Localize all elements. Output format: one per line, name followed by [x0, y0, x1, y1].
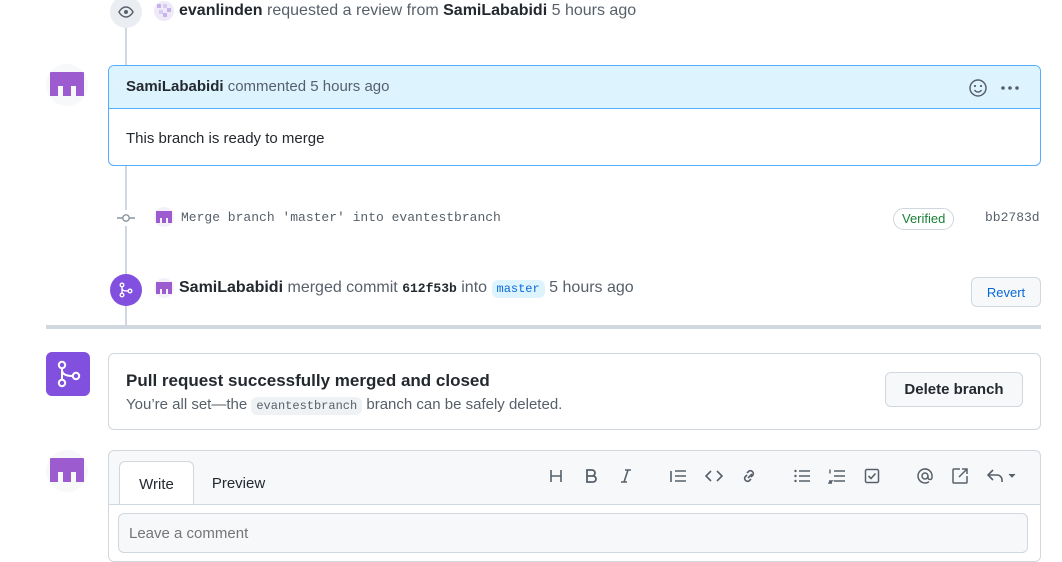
- commit-sha[interactable]: bb2783d: [985, 210, 1040, 225]
- merged-text-suffix: branch can be safely deleted.: [366, 396, 563, 413]
- kebab-menu-icon[interactable]: [999, 78, 1021, 98]
- avatar[interactable]: [46, 450, 88, 492]
- event-time[interactable]: 5 hours ago: [552, 2, 637, 19]
- reference-icon[interactable]: [950, 466, 970, 486]
- commit-message[interactable]: Merge branch 'master' into evantestbranc…: [181, 210, 501, 225]
- comment-time[interactable]: 5 hours ago: [310, 78, 389, 95]
- task-list-icon[interactable]: [862, 466, 882, 486]
- source-branch[interactable]: evantestbranch: [251, 397, 363, 415]
- comment-form: Write Preview: [108, 450, 1041, 562]
- actor-link[interactable]: evanlinden: [179, 2, 263, 19]
- quote-icon[interactable]: [668, 466, 688, 486]
- heading-icon[interactable]: [546, 466, 566, 486]
- delete-branch-label: Delete branch: [904, 381, 1004, 398]
- comment-box: SamiLababidi commented 5 hours ago This …: [108, 65, 1041, 166]
- eye-icon: [110, 0, 142, 28]
- target-branch[interactable]: master: [491, 280, 545, 298]
- merge-commit-sha[interactable]: 612f53b: [402, 281, 457, 296]
- merged-description: You’re all set—the evantestbranch branch…: [126, 396, 563, 415]
- merge-action: merged commit: [287, 279, 398, 296]
- tab-preview-label: Preview: [211, 474, 266, 492]
- bulleted-list-icon[interactable]: [792, 466, 812, 486]
- code-icon[interactable]: [704, 466, 724, 486]
- saved-replies-icon[interactable]: [986, 466, 1020, 486]
- merged-title: Pull request successfully merged and clo…: [126, 371, 490, 390]
- event-action: requested a review from: [267, 2, 439, 19]
- comment-input[interactable]: [118, 513, 1028, 553]
- comment-author[interactable]: SamiLababidi: [126, 78, 224, 95]
- tab-write-label: Write: [139, 475, 174, 493]
- avatar[interactable]: [154, 207, 174, 227]
- comment-header: SamiLababidi commented 5 hours ago: [109, 66, 1040, 109]
- revert-label: Revert: [986, 284, 1026, 300]
- smiley-icon[interactable]: [968, 78, 988, 98]
- italic-icon[interactable]: [616, 466, 636, 486]
- avatar[interactable]: [154, 278, 174, 298]
- merged-status-box: Pull request successfully merged and clo…: [108, 353, 1041, 430]
- avatar[interactable]: [154, 1, 174, 21]
- revert-button[interactable]: Revert: [971, 277, 1041, 307]
- link-icon[interactable]: [739, 466, 759, 486]
- merge-actor[interactable]: SamiLababidi: [179, 279, 283, 296]
- timeline-divider: [46, 325, 1041, 329]
- tab-write[interactable]: Write: [119, 461, 194, 506]
- merged-text-prefix: You’re all set—the: [126, 396, 248, 413]
- comment-action: commented: [227, 78, 307, 95]
- merge-time[interactable]: 5 hours ago: [549, 279, 634, 296]
- merged-icon: [46, 352, 90, 396]
- commit-icon: [117, 210, 135, 226]
- merge-into: into: [461, 279, 488, 296]
- verified-badge[interactable]: Verified: [893, 208, 955, 230]
- merge-text: SamiLababidi merged commit 612f53b into …: [179, 279, 634, 298]
- bold-icon[interactable]: [581, 466, 601, 486]
- mention-icon[interactable]: [915, 466, 935, 486]
- reviewer-link[interactable]: SamiLababidi: [443, 2, 547, 19]
- review-request-text: evanlinden requested a review from SamiL…: [179, 2, 636, 20]
- comment-meta: SamiLababidi commented 5 hours ago: [126, 78, 389, 95]
- tab-preview[interactable]: Preview: [202, 461, 275, 505]
- delete-branch-button[interactable]: Delete branch: [885, 372, 1023, 407]
- comment-body: This branch is ready to merge: [126, 130, 325, 147]
- avatar[interactable]: [46, 64, 88, 106]
- merge-icon: [110, 274, 142, 306]
- numbered-list-icon[interactable]: [827, 466, 847, 486]
